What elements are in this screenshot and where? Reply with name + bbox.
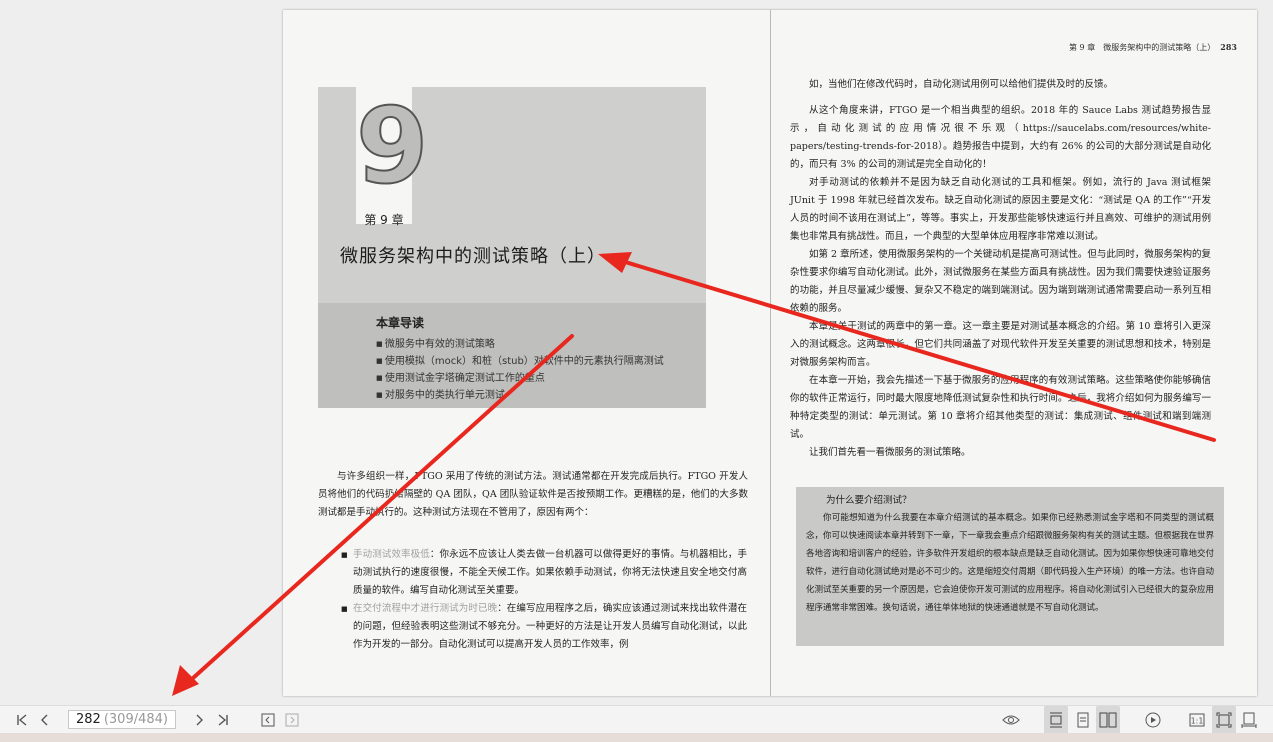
single-page-icon[interactable] xyxy=(1072,706,1094,734)
paragraph: 从这个角度来讲，FTGO 是一个相当典型的组织。2018 年的 Sauce La… xyxy=(790,105,1211,170)
chapter-number: 9 xyxy=(355,85,429,207)
paragraph: 本章是关于测试的两章中的第一章。这一章主要是对测试基本概念的介绍。第 10 章将… xyxy=(790,321,1211,368)
chapter-label: 第 9 章 xyxy=(364,213,404,227)
guide-item: 使用模拟（mock）和桩（stub）对软件中的元素执行隔离测试 xyxy=(376,353,664,370)
guide-list: 微服务中有效的测试策略 使用模拟（mock）和桩（stub）对软件中的元素执行隔… xyxy=(376,336,664,404)
bullet-list: 手动测试效率极低：你永远不应该让人类去做一台机器可以做得更好的事情。与机器相比，… xyxy=(341,546,747,654)
intro-paragraph: 与许多组织一样，FTGO 采用了传统的测试方法。测试通常都在开发完成后执行。FT… xyxy=(318,471,748,518)
collapse-right-icon[interactable] xyxy=(282,706,302,734)
page-spread: 9 第 9 章 微服务架构中的测试策略（上） 本章导读 微服务中有效的测试策略 … xyxy=(283,10,1257,696)
bullet-lead: 在交付流程中才进行测试为时已晚 xyxy=(353,603,498,614)
fit-width-icon[interactable] xyxy=(1238,706,1260,734)
document-viewport[interactable]: 9 第 9 章 微服务架构中的测试策略（上） 本章导读 微服务中有效的测试策略 … xyxy=(0,0,1273,705)
paragraph: 让我们首先看一看微服务的测试策略。 xyxy=(809,447,971,458)
next-page-icon[interactable] xyxy=(190,706,208,734)
play-icon[interactable] xyxy=(1142,706,1164,734)
guide-title: 本章导读 xyxy=(376,316,425,330)
chapter-guide-box: 本章导读 微服务中有效的测试策略 使用模拟（mock）和桩（stub）对软件中的… xyxy=(318,303,706,408)
paragraph: 如第 2 章所述，使用微服务架构的一个关键动机是提高可测试性。但与此同时，微服务… xyxy=(790,249,1211,314)
sidebar-text: 你可能想知道为什么我要在本章介绍测试的基本概念。如果你已经熟悉测试金字塔和不同类… xyxy=(806,513,1215,613)
bottom-toolbar: 282 (309/484) 1:1 xyxy=(0,705,1273,734)
chapter-title: 微服务架构中的测试策略（上） xyxy=(340,246,606,267)
two-page-icon[interactable] xyxy=(1096,706,1120,734)
first-page-icon[interactable] xyxy=(12,706,32,734)
page-number: 283 xyxy=(1220,42,1237,52)
bullet-item: 在交付流程中才进行测试为时已晚：在编写应用程序之后，确实应该通过测试来找出软件潜… xyxy=(341,600,747,654)
paragraph: 在本章一开始，我会先描述一下基于微服务的应用程序的有效测试策略。这些策略使你能够… xyxy=(790,375,1211,440)
sidebar-box: 为什么要介绍测试？ 你可能想知道为什么我要在本章介绍测试的基本概念。如果你已经熟… xyxy=(796,487,1224,646)
paragraph: 对手动测试的依赖并不是因为缺乏自动化测试的工具和框架。例如，流行的 Java 测… xyxy=(790,177,1211,242)
svg-text:1:1: 1:1 xyxy=(1191,717,1204,726)
bullet-item: 手动测试效率极低：你永远不应该让人类去做一台机器可以做得更好的事情。与机器相比，… xyxy=(341,546,747,600)
left-page: 9 第 9 章 微服务架构中的测试策略（上） 本章导读 微服务中有效的测试策略 … xyxy=(283,10,770,696)
bullet-lead: 手动测试效率极低 xyxy=(353,549,430,560)
right-page: 第 9 章 微服务架构中的测试策略（上） 283 如，当他们在修改代码时，自动化… xyxy=(770,10,1257,696)
fit-page-icon[interactable] xyxy=(1212,706,1236,734)
continuous-scroll-icon[interactable] xyxy=(1044,706,1068,734)
chapter-header-box: 9 第 9 章 微服务架构中的测试策略（上） 本章导读 微服务中有效的测试策略 … xyxy=(318,85,706,408)
guide-item: 微服务中有效的测试策略 xyxy=(376,336,664,353)
guide-item: 使用测试金字塔确定测试工作的重点 xyxy=(376,370,664,387)
right-body-text: 如，当他们在修改代码时，自动化测试用例可以给他们提供及时的反馈。 从这个角度来讲… xyxy=(790,76,1211,462)
page-number-input[interactable]: 282 (309/484) xyxy=(68,710,176,729)
sidebar-title: 为什么要介绍测试？ xyxy=(826,495,912,506)
running-head: 第 9 章 微服务架构中的测试策略（上） 283 xyxy=(1069,42,1237,52)
paragraph: 如，当他们在修改代码时，自动化测试用例可以给他们提供及时的反馈。 xyxy=(809,79,1114,90)
prev-page-icon[interactable] xyxy=(36,706,54,734)
eye-icon[interactable] xyxy=(1000,706,1022,734)
guide-item: 对服务中的类执行单元测试 xyxy=(376,387,664,404)
bottom-strip xyxy=(0,733,1273,742)
last-page-icon[interactable] xyxy=(213,706,233,734)
collapse-left-icon[interactable] xyxy=(258,706,278,734)
actual-size-icon[interactable]: 1:1 xyxy=(1186,706,1208,734)
